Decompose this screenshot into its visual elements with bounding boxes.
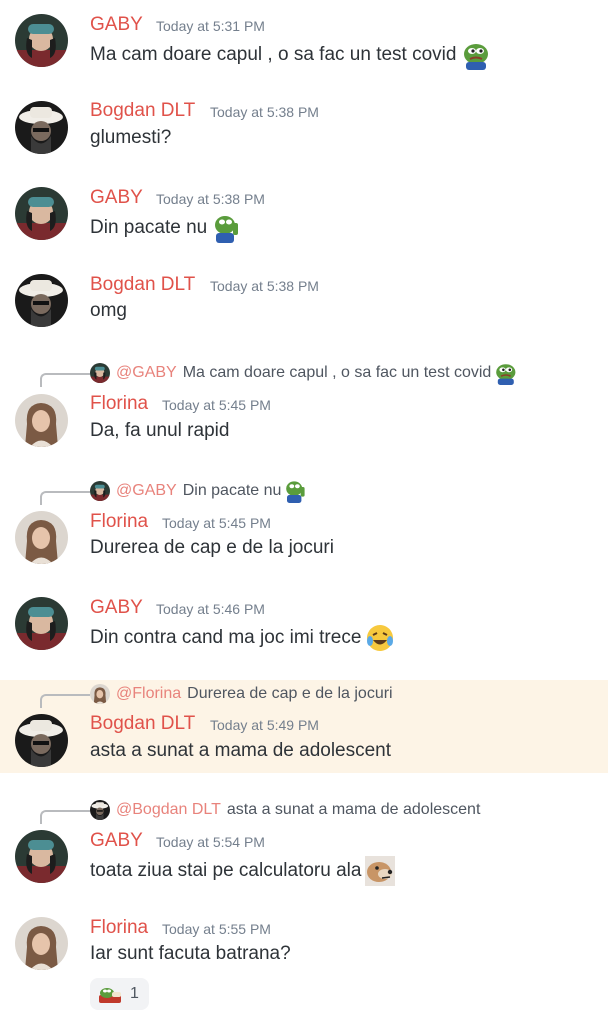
timestamp: Today at 5:38 PM [210,104,319,120]
message-text: Ma cam doare capul , o sa fac un test co… [90,44,457,65]
avatar[interactable] [15,714,68,767]
avatar[interactable] [15,187,68,240]
message-text: toata ziua stai pe calculatoru ala [90,860,362,881]
author-name[interactable]: Florina [90,511,148,533]
reply-avatar [90,363,110,383]
message-text: Din pacate nu [90,217,208,238]
message-item: @Bogdan DLT asta a sunat a mama de adoles… [0,773,608,890]
reply-text: Din pacate nu [182,482,282,499]
message-item: GABY Today at 5:31 PM Ma cam doare capul ,… [0,0,608,86]
author-name[interactable]: GABY [90,187,143,209]
message-content: Da, fa unul rapid [90,420,229,442]
dog-icon [365,856,396,886]
reply-text: asta a sunat a mama de adolescent [226,801,481,818]
timestamp: Today at 5:49 PM [210,717,319,733]
message-content: Din pacate nu [90,213,241,243]
avatar[interactable] [15,14,68,67]
message-content: Durerea de cap e de la jocuri [90,537,334,559]
pepe-sad-icon [460,40,490,70]
message-list: GABY Today at 5:31 PM Ma cam doare capul ,… [0,0,608,1023]
avatar[interactable] [15,597,68,650]
message-text: Iar sunt facuta batrana? [90,943,291,964]
timestamp: Today at 5:54 PM [156,834,265,850]
reply-connector [40,491,90,505]
timestamp: Today at 5:46 PM [156,601,265,617]
author-name[interactable]: Bogdan DLT [90,100,195,122]
timestamp: Today at 5:55 PM [162,921,271,937]
message-content: glumesti? [90,127,171,149]
timestamp: Today at 5:45 PM [162,515,271,531]
message-item: GABY Today at 5:46 PM Din contra cand ma j… [0,582,608,680]
author-name[interactable]: GABY [90,830,143,852]
message-content: toata ziua stai pe calculatoru ala [90,856,396,886]
timestamp: Today at 5:38 PM [156,191,265,207]
message-content: asta a sunat a mama de adolescent [90,740,391,762]
author-name[interactable]: Bogdan DLT [90,274,195,296]
reply-preview[interactable]: @GABY Ma cam doare capul , o sa fac un te… [90,361,517,385]
avatar[interactable] [15,917,68,970]
author-name[interactable]: GABY [90,597,143,619]
message-item: @Florina Durerea de cap e de la jocuri Bog… [0,680,608,773]
timestamp: Today at 5:45 PM [162,397,271,413]
reply-connector [40,373,90,387]
reaction-button[interactable]: 1 [90,978,149,1010]
pepe-thumbs-icon [283,479,307,503]
reply-avatar [90,800,110,820]
reply-avatar [90,481,110,501]
reply-mention[interactable]: @Florina [116,685,181,703]
reply-text: Durerea de cap e de la jocuri [187,685,393,702]
avatar[interactable] [15,274,68,327]
message-content: Iar sunt facuta batrana? [90,943,291,965]
message-item: Bogdan DLT Today at 5:38 PM glumesti? [0,86,608,173]
reply-connector [40,694,90,708]
reply-preview[interactable]: @Florina Durerea de cap e de la jocuri [90,683,393,705]
avatar[interactable] [15,394,68,447]
reply-mention[interactable]: @GABY [116,364,177,382]
message-text: glumesti? [90,127,172,148]
reply-connector [40,810,90,824]
message-item: Florina Today at 5:55 PM Iar sunt facuta b… [0,890,608,1023]
author-name[interactable]: Bogdan DLT [90,713,195,735]
crying-laughing-icon [365,623,395,653]
message-text: asta a sunat a mama de adolescent [90,740,392,761]
reply-mention[interactable]: @GABY [116,482,177,500]
message-text: omg [90,300,127,321]
message-item: @GABY Ma cam doare capul , o sa fac un te… [0,355,608,470]
message-content: Din contra cand ma joc imi trece [90,623,395,653]
message-text: Da, fa unul rapid [90,420,230,441]
pepe-thumbs-icon [211,213,241,243]
reaction-count: 1 [130,985,139,1002]
timestamp: Today at 5:31 PM [156,18,265,34]
message-content: omg [90,300,127,322]
message-text: Durerea de cap e de la jocuri [90,537,334,558]
message-item: Bogdan DLT Today at 5:38 PM omg [0,260,608,355]
avatar[interactable] [15,101,68,154]
avatar[interactable] [15,830,68,883]
avatar[interactable] [15,511,68,564]
pepe-bed-icon [98,984,122,1004]
reply-preview[interactable]: @Bogdan DLT asta a sunat a mama de adoles… [90,799,480,821]
message-item: @GABY Din pacate nu Florina Today at 5:45 P… [0,470,608,582]
message-item: GABY Today at 5:38 PM Din pacate nu [0,173,608,260]
author-name[interactable]: GABY [90,14,143,36]
author-name[interactable]: Florina [90,393,148,415]
message-content: Ma cam doare capul , o sa fac un test co… [90,40,490,70]
timestamp: Today at 5:38 PM [210,278,319,294]
author-name[interactable]: Florina [90,917,148,939]
reply-avatar [90,684,110,704]
reply-preview[interactable]: @GABY Din pacate nu [90,479,307,503]
message-text: Din contra cand ma joc imi trece [90,627,362,648]
reply-mention[interactable]: @Bogdan DLT [116,801,221,819]
reply-text: Ma cam doare capul , o sa fac un test co… [182,364,492,381]
pepe-sad-icon [493,361,517,385]
